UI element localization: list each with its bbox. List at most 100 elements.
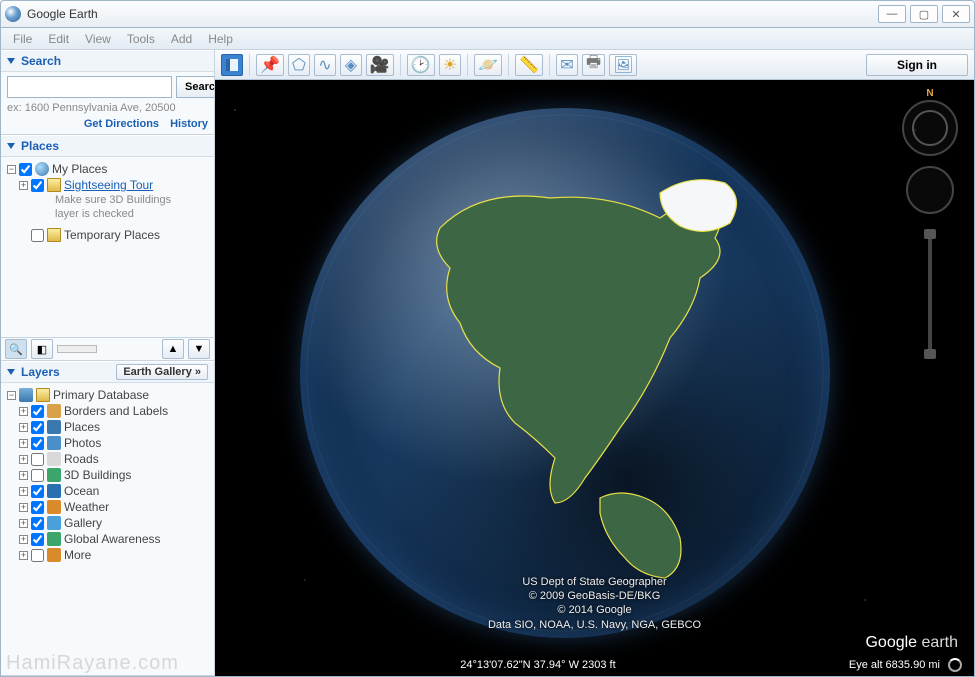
folder-icon bbox=[36, 388, 50, 402]
expand-icon[interactable]: + bbox=[19, 519, 28, 528]
layer-checkbox[interactable] bbox=[31, 549, 44, 562]
search-button[interactable]: Search bbox=[176, 76, 215, 98]
menu-edit[interactable]: Edit bbox=[40, 32, 77, 46]
path-button[interactable]: ∿ bbox=[314, 54, 336, 76]
window-title: Google Earth bbox=[27, 7, 874, 21]
layer-row[interactable]: +Gallery bbox=[7, 515, 208, 531]
layer-row[interactable]: +Global Awareness bbox=[7, 531, 208, 547]
layer-icon bbox=[47, 436, 61, 450]
expand-icon[interactable]: + bbox=[19, 551, 28, 560]
compass-control[interactable]: N bbox=[902, 100, 958, 156]
layer-checkbox[interactable] bbox=[31, 517, 44, 530]
expand-icon[interactable]: + bbox=[19, 503, 28, 512]
menu-view[interactable]: View bbox=[77, 32, 119, 46]
ruler-button[interactable]: 📏 bbox=[515, 54, 543, 76]
layer-checkbox[interactable] bbox=[31, 533, 44, 546]
search-hint: ex: 1600 Pennsylvania Ave, 20500 bbox=[7, 102, 208, 114]
layer-icon bbox=[47, 484, 61, 498]
close-button[interactable]: ✕ bbox=[942, 5, 970, 23]
planets-button[interactable]: 🪐 bbox=[474, 54, 502, 76]
planet-icon: 🪐 bbox=[478, 55, 498, 75]
layer-checkbox[interactable] bbox=[31, 437, 44, 450]
my-places-label: My Places bbox=[52, 162, 107, 176]
layer-row[interactable]: +Photos bbox=[7, 435, 208, 451]
history-button[interactable]: 🕑 bbox=[407, 54, 435, 76]
search-panel-header[interactable]: Search bbox=[1, 50, 214, 72]
layer-row[interactable]: + Roads bbox=[7, 451, 208, 467]
expand-icon[interactable]: + bbox=[19, 455, 28, 464]
hide-sidebar-button[interactable] bbox=[221, 54, 243, 76]
places-panel-header[interactable]: Places bbox=[1, 135, 214, 157]
layer-label: Places bbox=[64, 420, 100, 434]
expand-icon[interactable]: + bbox=[19, 487, 28, 496]
globe-viewport[interactable]: N US Dept of State Geographer © 2009 Geo… bbox=[215, 80, 974, 676]
collapse-icon[interactable]: − bbox=[7, 165, 16, 174]
layer-label: Weather bbox=[64, 500, 109, 514]
menu-add[interactable]: Add bbox=[163, 32, 200, 46]
layers-panel: Layers Earth Gallery » − Primary Databas… bbox=[1, 361, 214, 676]
sightseeing-row[interactable]: + Sightseeing Tour bbox=[7, 177, 208, 193]
get-directions-link[interactable]: Get Directions bbox=[84, 118, 159, 130]
globe[interactable] bbox=[300, 108, 830, 638]
layer-row[interactable]: +More bbox=[7, 547, 208, 563]
sunlight-button[interactable]: ☀ bbox=[439, 54, 461, 76]
sightseeing-checkbox[interactable] bbox=[31, 179, 44, 192]
expand-icon[interactable]: + bbox=[19, 407, 28, 416]
layer-label: Roads bbox=[64, 452, 99, 466]
layer-row[interactable]: +Ocean bbox=[7, 483, 208, 499]
layer-checkbox[interactable] bbox=[31, 405, 44, 418]
my-places-row[interactable]: − My Places bbox=[7, 161, 208, 177]
image-overlay-button[interactable]: ◈ bbox=[340, 54, 362, 76]
primary-database-row[interactable]: − Primary Database bbox=[7, 387, 208, 403]
layer-checkbox[interactable] bbox=[31, 453, 44, 466]
temporary-places-checkbox[interactable] bbox=[31, 229, 44, 242]
look-control[interactable] bbox=[906, 166, 954, 214]
expand-icon[interactable]: + bbox=[19, 423, 28, 432]
chevron-down-icon bbox=[7, 58, 15, 64]
save-image-button[interactable]: 🖼 bbox=[609, 54, 637, 76]
history-link[interactable]: History bbox=[170, 118, 208, 130]
maximize-button[interactable]: ▢ bbox=[910, 5, 938, 23]
menu-tools[interactable]: Tools bbox=[119, 32, 163, 46]
move-down-button[interactable]: ▼ bbox=[188, 339, 210, 359]
expand-icon[interactable]: + bbox=[19, 471, 28, 480]
north-label: N bbox=[926, 88, 933, 99]
layer-label: 3D Buildings bbox=[64, 468, 131, 482]
zoom-slider[interactable] bbox=[928, 234, 932, 354]
menu-help[interactable]: Help bbox=[200, 32, 241, 46]
search-input[interactable] bbox=[7, 76, 172, 98]
layer-checkbox[interactable] bbox=[31, 469, 44, 482]
coords-readout: 24°13'07.62"N 37.94° W 2303 ft bbox=[227, 659, 849, 671]
temporary-places-row[interactable]: Temporary Places bbox=[7, 227, 208, 243]
layer-checkbox[interactable] bbox=[31, 501, 44, 514]
minimize-button[interactable]: — bbox=[878, 5, 906, 23]
path-icon: ∿ bbox=[318, 55, 331, 75]
layer-row[interactable]: + Weather bbox=[7, 499, 208, 515]
panel-toggle-button[interactable]: ◧ bbox=[31, 339, 53, 359]
sign-in-button[interactable]: Sign in bbox=[866, 54, 968, 76]
move-up-button[interactable]: ▲ bbox=[162, 339, 184, 359]
layer-icon bbox=[47, 420, 61, 434]
placemark-button[interactable]: 📌 bbox=[256, 54, 284, 76]
search-places-button[interactable]: 🔍 bbox=[5, 339, 27, 359]
layers-panel-header[interactable]: Layers Earth Gallery » bbox=[1, 361, 214, 383]
polygon-button[interactable]: ⬠ bbox=[288, 54, 310, 76]
expand-icon[interactable]: + bbox=[19, 439, 28, 448]
earth-gallery-button[interactable]: Earth Gallery » bbox=[116, 364, 208, 380]
layer-row[interactable]: +Borders and Labels bbox=[7, 403, 208, 419]
opacity-slider[interactable] bbox=[57, 345, 97, 353]
collapse-icon[interactable]: − bbox=[7, 391, 16, 400]
layer-checkbox[interactable] bbox=[31, 485, 44, 498]
record-tour-button[interactable]: 🎥 bbox=[366, 54, 394, 76]
email-button[interactable]: ✉ bbox=[556, 54, 578, 76]
layer-icon bbox=[47, 452, 61, 466]
menu-file[interactable]: File bbox=[5, 32, 40, 46]
expand-icon[interactable]: + bbox=[19, 535, 28, 544]
sightseeing-label: Sightseeing Tour bbox=[64, 178, 153, 192]
layer-row[interactable]: + Places bbox=[7, 419, 208, 435]
expand-icon[interactable]: + bbox=[19, 181, 28, 190]
my-places-checkbox[interactable] bbox=[19, 163, 32, 176]
layer-row[interactable]: +3D Buildings bbox=[7, 467, 208, 483]
layer-checkbox[interactable] bbox=[31, 421, 44, 434]
print-button[interactable]: 🖶 bbox=[582, 54, 605, 76]
